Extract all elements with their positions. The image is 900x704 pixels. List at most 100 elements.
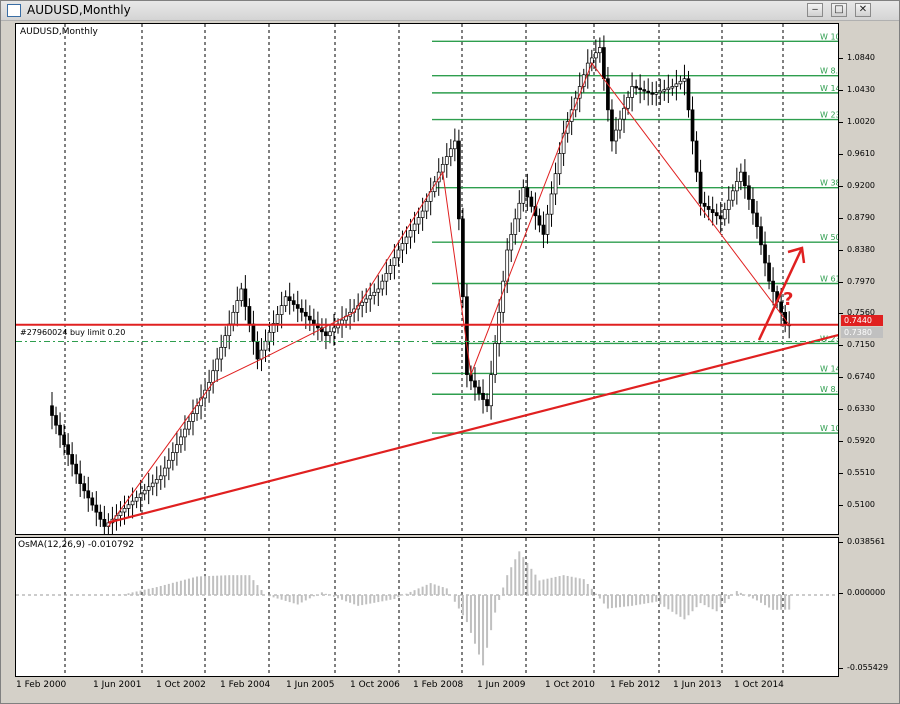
candle-body: [489, 374, 493, 407]
candle-body: [195, 405, 199, 414]
candle-body: [291, 300, 296, 305]
candle-body: [477, 386, 481, 394]
candle-body: [324, 331, 328, 337]
candle-body: [219, 347, 224, 360]
candle-body: [150, 482, 155, 488]
candle-body: [171, 452, 175, 461]
candle-body: [755, 212, 759, 228]
time-axis-label: 1 Oct 2014: [734, 680, 784, 690]
candle-body: [82, 483, 87, 492]
candle-body: [263, 340, 268, 351]
candle-body: [626, 97, 630, 109]
candle-body: [650, 92, 655, 95]
candle-body: [247, 306, 252, 325]
candle-body: [517, 202, 522, 220]
minimize-button[interactable]: ‒: [807, 3, 823, 17]
candle-body: [146, 486, 151, 491]
fib-level-label: W 14.6: [820, 84, 839, 93]
price-axis-tick: 1.0840: [839, 53, 875, 62]
fib-level-label: W 8.8: [820, 67, 839, 76]
candle-body: [94, 504, 99, 513]
close-button[interactable]: ✕: [855, 3, 871, 17]
candle-body: [138, 493, 143, 498]
fib-level-label: W 50.0: [820, 233, 839, 242]
candle-body: [730, 190, 735, 201]
fib-level-label: W 23.6: [820, 111, 839, 120]
candle-body: [179, 436, 183, 446]
candle-body: [771, 280, 775, 292]
time-axis-label: 1 Oct 2002: [156, 680, 206, 690]
candle-body: [513, 218, 518, 235]
price-axis-tick: 1.0430: [839, 84, 875, 94]
time-axis-label: 1 Feb 2004: [220, 680, 271, 690]
candle-body: [62, 434, 66, 446]
candle-body: [734, 181, 739, 192]
candle-body: [497, 311, 502, 344]
candle-body: [400, 243, 405, 251]
order-label: #27960024 buy limit 0.20: [20, 328, 126, 337]
candle-body: [444, 156, 449, 165]
indicator-pane[interactable]: OsMA(12,26,9) -0.010792: [15, 537, 839, 677]
candle-body: [658, 90, 663, 94]
candle-body: [670, 86, 675, 89]
candle-body: [404, 236, 409, 244]
time-axis-label: 1 Jun 2009: [477, 680, 526, 690]
fib-level-label: W 61.8: [820, 275, 839, 284]
candle-body: [618, 118, 622, 131]
candle-body: [251, 323, 256, 342]
maximize-button[interactable]: □: [831, 3, 847, 17]
candle-body: [142, 489, 147, 495]
candle-body: [509, 234, 514, 251]
candle-body: [98, 511, 103, 520]
candle-body: [90, 497, 95, 506]
candle-body: [303, 311, 308, 317]
candle-body: [360, 301, 365, 306]
price-chart-pane[interactable]: W 100.0 W 8.8 W 14.6 W 23.6 W 38.2 W 50.0 W 61…: [15, 23, 839, 535]
candle-body: [275, 314, 280, 324]
time-axis-label: 1 Oct 2006: [350, 680, 400, 690]
candle-body: [767, 262, 771, 282]
candle-body: [372, 291, 377, 296]
candle-body: [380, 280, 385, 290]
candle-body: [311, 319, 316, 325]
candle-body: [396, 249, 401, 259]
candle-body: [130, 500, 135, 506]
candle-body: [183, 428, 187, 438]
candle-body: [420, 210, 425, 218]
price-chart: W 100.0 W 8.8 W 14.6 W 23.6 W 38.2 W 50.0 W 61…: [16, 24, 839, 534]
price-axis-tick: 0.9610: [839, 148, 875, 158]
candle-body: [759, 226, 763, 246]
indicator-label: OsMA(12,26,9) -0.010792: [18, 540, 135, 550]
time-axis-label: 1 Oct 2010: [545, 680, 595, 690]
candle-body: [267, 331, 272, 342]
candle-body: [215, 358, 220, 372]
fib-level-label: W 38.2: [820, 179, 839, 188]
candle-body: [239, 288, 244, 301]
title-bar[interactable]: AUDUSD,Monthly ‒ □ ✕: [1, 1, 899, 21]
candle-body: [751, 199, 755, 214]
price-axis-tick: 0.6740: [839, 372, 875, 382]
candle-body: [74, 463, 79, 475]
candle-body: [340, 319, 344, 325]
candle-body: [529, 196, 534, 207]
price-axis-tick: 0.6330: [839, 404, 875, 414]
fib-level-label: W 100.0: [820, 424, 839, 433]
candle-body: [162, 467, 167, 477]
candle-body: [553, 173, 558, 195]
candle-body: [726, 199, 731, 210]
candle-body: [557, 153, 562, 175]
candle-body: [457, 140, 461, 220]
candle-body: [70, 454, 74, 465]
candle-body: [416, 217, 421, 225]
candle-body: [642, 89, 647, 92]
candle-body: [448, 148, 453, 157]
candle-body: [384, 273, 389, 282]
price-axis-tick: 0.9200: [839, 180, 875, 190]
candle-body: [295, 304, 300, 309]
time-axis-label: 1 Jun 2005: [286, 680, 335, 690]
candle-body: [58, 424, 62, 436]
candle-body: [235, 300, 240, 313]
candle-body: [634, 86, 638, 89]
candle-body: [412, 223, 417, 231]
candle-body: [630, 86, 634, 98]
